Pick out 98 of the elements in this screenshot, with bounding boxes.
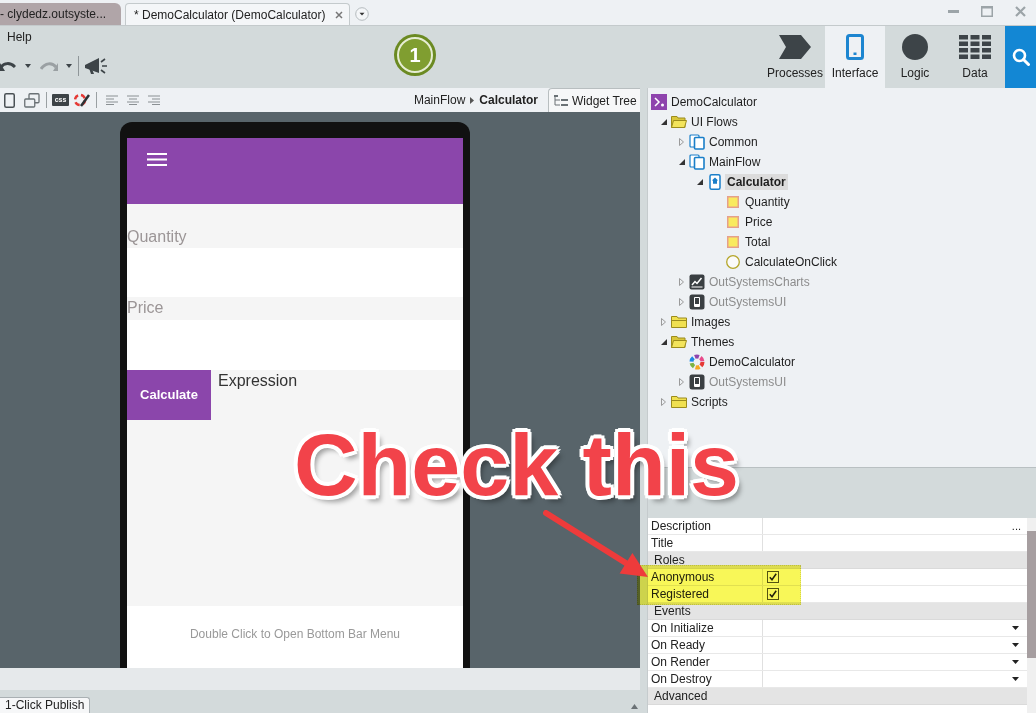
search-button[interactable]	[1005, 26, 1036, 88]
property-label: Registered	[650, 586, 711, 602]
caret-icon	[1012, 626, 1019, 630]
caret-icon[interactable]	[25, 64, 31, 68]
input-field[interactable]	[127, 248, 463, 297]
tree-item[interactable]: Images	[689, 314, 733, 330]
nav-tab[interactable]: Data	[945, 26, 1005, 88]
expanded-triangle-icon[interactable]	[679, 159, 685, 165]
bottom-tab[interactable]: 1-Click Publish	[0, 697, 90, 713]
phone-outline-icon[interactable]	[4, 92, 15, 108]
square-icon	[727, 236, 739, 248]
section-header: Advanced	[648, 688, 1027, 705]
redo-icon[interactable]	[40, 60, 58, 72]
breadcrumb-item[interactable]: MainFlow	[413, 93, 466, 107]
breadcrumb-item[interactable]: Calculator	[479, 93, 538, 107]
section-header: Events	[648, 603, 1027, 620]
nav-tab[interactable]: Interface	[825, 26, 885, 88]
property-label: On Render	[650, 654, 711, 670]
collapsed-triangle-icon[interactable]	[661, 318, 666, 326]
document-tab[interactable]: - clydedz.outsyste...	[0, 3, 121, 25]
undo-icon[interactable]	[0, 60, 16, 72]
nav-tab[interactable]: Processes	[765, 26, 825, 88]
property-label: On Destroy	[650, 671, 713, 687]
color-wheel-icon	[689, 354, 705, 370]
folder-icon	[671, 315, 687, 329]
caret-right-icon	[470, 96, 475, 104]
property-label: On Initialize	[650, 620, 715, 636]
phone-house-icon	[709, 174, 721, 190]
property-label: Anonymous	[650, 569, 716, 585]
up-triangle-icon[interactable]	[631, 704, 638, 709]
circle-icon	[902, 34, 928, 60]
close-icon[interactable]	[335, 10, 343, 19]
tree-item[interactable]: Scripts	[689, 394, 730, 410]
stacked-phones-icon	[689, 154, 705, 170]
align-center-icon[interactable]	[127, 95, 139, 105]
overlapping-screens-icon[interactable]	[24, 92, 40, 108]
menu-icon[interactable]	[147, 153, 167, 166]
expanded-triangle-icon[interactable]	[661, 339, 667, 345]
collapsed-triangle-icon[interactable]	[679, 138, 684, 146]
brush-icon[interactable]	[74, 92, 90, 108]
tree-item[interactable]: MainFlow	[707, 154, 763, 170]
align-left-icon[interactable]	[106, 95, 118, 105]
input-field[interactable]	[127, 320, 463, 370]
square-icon	[727, 196, 739, 208]
module-icon	[651, 94, 667, 110]
open-folder-icon	[671, 115, 687, 129]
dropdown-icon[interactable]	[355, 7, 369, 21]
expanded-triangle-icon[interactable]	[697, 179, 703, 185]
align-right-icon[interactable]	[148, 95, 160, 105]
square-icon	[727, 216, 739, 228]
tree-icon	[554, 94, 568, 107]
tree-item[interactable]: Price	[743, 214, 775, 230]
expanded-triangle-icon[interactable]	[661, 119, 667, 125]
caret-icon	[1012, 677, 1019, 681]
megaphone-icon[interactable]	[84, 56, 108, 76]
field-label: Quantity	[127, 228, 187, 247]
section-header: Roles	[648, 552, 1027, 569]
tree-item[interactable]: Common	[707, 134, 760, 150]
tree-item[interactable]: Total	[743, 234, 773, 250]
folder-icon	[671, 395, 687, 409]
phone-tile-icon	[689, 294, 705, 310]
tree-item[interactable]: Calculator	[725, 174, 788, 190]
caret-icon	[1012, 660, 1019, 664]
tree-item[interactable]: UI Flows	[689, 114, 740, 130]
tree-item[interactable]: Quantity	[743, 194, 792, 210]
property-label: Title	[650, 535, 675, 551]
widget-tree-tab[interactable]: Widget Tree	[548, 88, 640, 112]
scrollbar-thumb[interactable]	[1027, 531, 1036, 658]
ellipsis-button[interactable]: ...	[1011, 520, 1021, 532]
document-tab[interactable]: * DemoCalculator (DemoCalculator)	[125, 3, 350, 25]
tree-item[interactable]: CalculateOnClick	[743, 254, 840, 270]
expression-text: Expression	[218, 371, 298, 390]
tree-item[interactable]: DemoCalculator	[669, 94, 760, 110]
nav-tab[interactable]: Logic	[885, 26, 945, 88]
search-icon	[1011, 48, 1030, 66]
maximize-icon[interactable]	[981, 6, 993, 17]
tree-item[interactable]: DemoCalculator	[707, 354, 798, 370]
calculate-button[interactable]: Calculate	[127, 370, 211, 420]
grid-icon	[959, 35, 991, 59]
collapsed-triangle-icon[interactable]	[661, 398, 666, 406]
menu-item[interactable]: Help	[7, 30, 32, 44]
tree-item[interactable]: Themes	[689, 334, 737, 350]
caret-icon[interactable]	[66, 64, 72, 68]
open-folder-icon	[671, 335, 687, 349]
property-label: Description	[650, 518, 713, 534]
line-chart-icon	[689, 274, 705, 290]
caret-icon	[1012, 643, 1019, 647]
chevron-icon	[779, 35, 811, 59]
phone-icon	[846, 34, 864, 60]
close-icon[interactable]	[1015, 6, 1026, 17]
field-label: Price	[127, 299, 164, 318]
collapsed-triangle-icon[interactable]	[679, 298, 684, 306]
stacked-phones-icon	[689, 134, 705, 150]
property-label: On Ready	[650, 637, 707, 653]
collapsed-triangle-icon[interactable]	[679, 278, 684, 286]
circle-icon	[726, 255, 740, 269]
collapsed-triangle-icon[interactable]	[679, 378, 684, 386]
phone-tile-icon	[689, 374, 705, 390]
